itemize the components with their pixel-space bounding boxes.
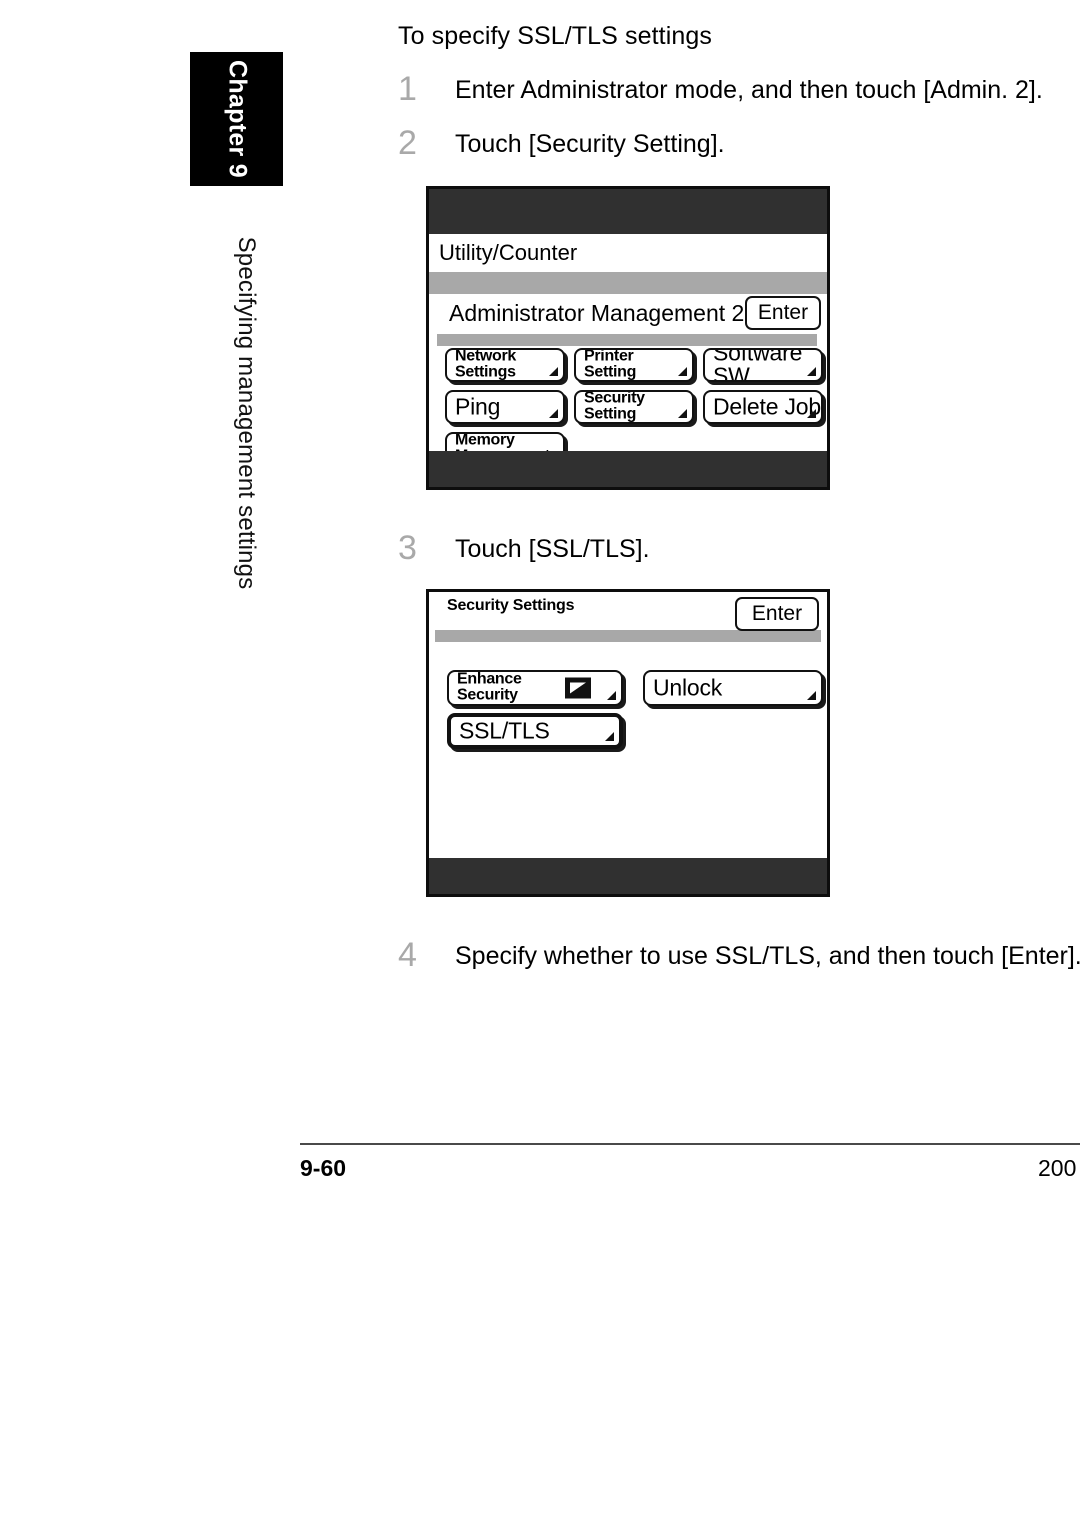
lcd1-button-security-setting[interactable]: Security Setting — [574, 390, 694, 424]
footer-year: 200 — [1038, 1155, 1077, 1181]
step-4: 4 Specify whether to use SSL/TLS, and th… — [398, 938, 1080, 972]
expand-corner-icon — [807, 691, 816, 700]
step-4-text: Specify whether to use SSL/TLS, and then… — [455, 942, 1080, 970]
lcd2-bottom-bar — [429, 858, 827, 894]
lcd2-body: Security Settings Enter Enhance Security… — [435, 596, 827, 851]
expand-corner-icon — [605, 732, 614, 741]
lcd1-button-security-setting-label: Security Setting — [584, 390, 645, 423]
lcd1-body: Administrator Management 2 Enter Network… — [437, 294, 825, 466]
lcd2-button-enhance-security[interactable]: Enhance Security — [447, 670, 623, 706]
picture-icon — [565, 677, 591, 699]
lcd1-button-network-settings[interactable]: Network Settings — [445, 348, 565, 382]
lcd1-title-strip: Utility/Counter — [429, 234, 827, 272]
lcd-screenshot-administrator-management: Utility/Counter Administrator Management… — [426, 186, 830, 490]
step-3-text: Touch [SSL/TLS]. — [455, 535, 650, 563]
lcd1-enter-button[interactable]: Enter — [745, 296, 821, 330]
lcd2-sub-header-rule — [435, 630, 821, 642]
expand-corner-icon — [807, 409, 816, 418]
lcd1-bottom-bar — [429, 451, 827, 487]
chapter-thumb-tab: Chapter 9 — [190, 52, 283, 186]
lcd1-button-software-sw[interactable]: Software SW — [703, 348, 823, 382]
step-3-number: 3 — [398, 529, 417, 567]
lcd-screenshot-security-settings: Security Settings Enter Enhance Security… — [426, 589, 830, 897]
step-3: 3 Touch [SSL/TLS]. — [398, 531, 650, 565]
lcd1-sub-header: Administrator Management 2 Enter — [437, 294, 825, 346]
expand-corner-icon — [678, 367, 687, 376]
lcd2-sub-header-title: Security Settings — [447, 597, 575, 614]
footer-rule — [300, 1143, 1080, 1145]
step-1: 1 Enter Administrator mode, and then tou… — [398, 72, 1043, 106]
lcd2-button-unlock[interactable]: Unlock — [643, 670, 823, 706]
running-head: Specifying management settings — [222, 228, 270, 598]
step-2-number: 2 — [398, 124, 417, 162]
lcd1-button-network-settings-label: Network Settings — [455, 348, 517, 381]
lcd1-gray-band — [429, 272, 827, 294]
lcd1-button-delete-job[interactable]: Delete Job — [703, 390, 823, 424]
chapter-tab-label: Chapter 9 — [223, 59, 251, 179]
lcd1-button-ping[interactable]: Ping — [445, 390, 565, 424]
lcd2-button-ssl-tls-label: SSL/TLS — [459, 717, 550, 744]
lcd2-button-enhance-security-label: Enhance Security — [457, 670, 522, 704]
expand-corner-icon — [607, 691, 616, 700]
lcd1-button-delete-job-label: Delete Job — [713, 393, 821, 420]
expand-corner-icon — [678, 409, 687, 418]
lcd1-button-software-sw-label: Software SW — [713, 348, 803, 382]
lcd1-button-printer-setting-label: Printer Setting — [584, 348, 637, 381]
expand-corner-icon — [549, 409, 558, 418]
lcd1-sub-header-title: Administrator Management 2 — [449, 300, 745, 326]
running-head-label: Specifying management settings — [233, 236, 260, 590]
lcd1-button-ping-label: Ping — [455, 393, 501, 420]
expand-corner-icon — [549, 367, 558, 376]
lcd2-button-ssl-tls[interactable]: SSL/TLS — [447, 713, 623, 749]
section-heading: To specify SSL/TLS settings — [398, 22, 712, 50]
lcd1-sub-header-rule — [437, 334, 817, 346]
lcd1-button-printer-setting[interactable]: Printer Setting — [574, 348, 694, 382]
lcd2-sub-header: Security Settings Enter — [435, 596, 827, 642]
lcd2-button-unlock-label: Unlock — [653, 674, 723, 701]
footer-page-number: 9-60 — [300, 1155, 347, 1181]
step-1-number: 1 — [398, 70, 417, 108]
step-1-text: Enter Administrator mode, and then touch… — [455, 76, 1043, 104]
step-4-number: 4 — [398, 936, 417, 974]
lcd1-top-bar — [429, 189, 827, 234]
step-2: 2 Touch [Security Setting]. — [398, 126, 725, 160]
step-2-text: Touch [Security Setting]. — [455, 130, 725, 158]
expand-corner-icon — [807, 367, 816, 376]
lcd2-enter-button[interactable]: Enter — [735, 597, 819, 631]
